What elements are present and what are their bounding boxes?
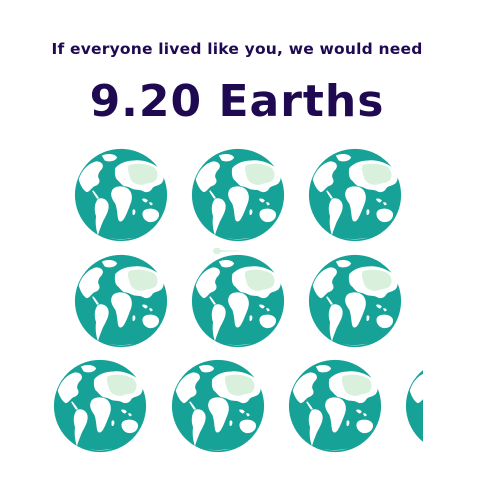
earth-icon xyxy=(73,253,169,349)
subtitle: If everyone lived like you, we would nee… xyxy=(51,40,423,58)
earths-grid xyxy=(0,140,500,500)
earth-icon xyxy=(170,358,266,454)
earth-icon xyxy=(287,358,383,454)
earth-icon xyxy=(307,253,403,349)
earth-icon xyxy=(190,147,286,243)
earth-icon xyxy=(52,358,148,454)
earth-icon xyxy=(73,147,169,243)
comet-decoration xyxy=(212,240,248,255)
partial-earth-mask xyxy=(423,140,500,500)
earth-icon xyxy=(190,253,286,349)
earths-count-headline: 9.20 Earths xyxy=(89,76,385,127)
earth-icon xyxy=(307,147,403,243)
